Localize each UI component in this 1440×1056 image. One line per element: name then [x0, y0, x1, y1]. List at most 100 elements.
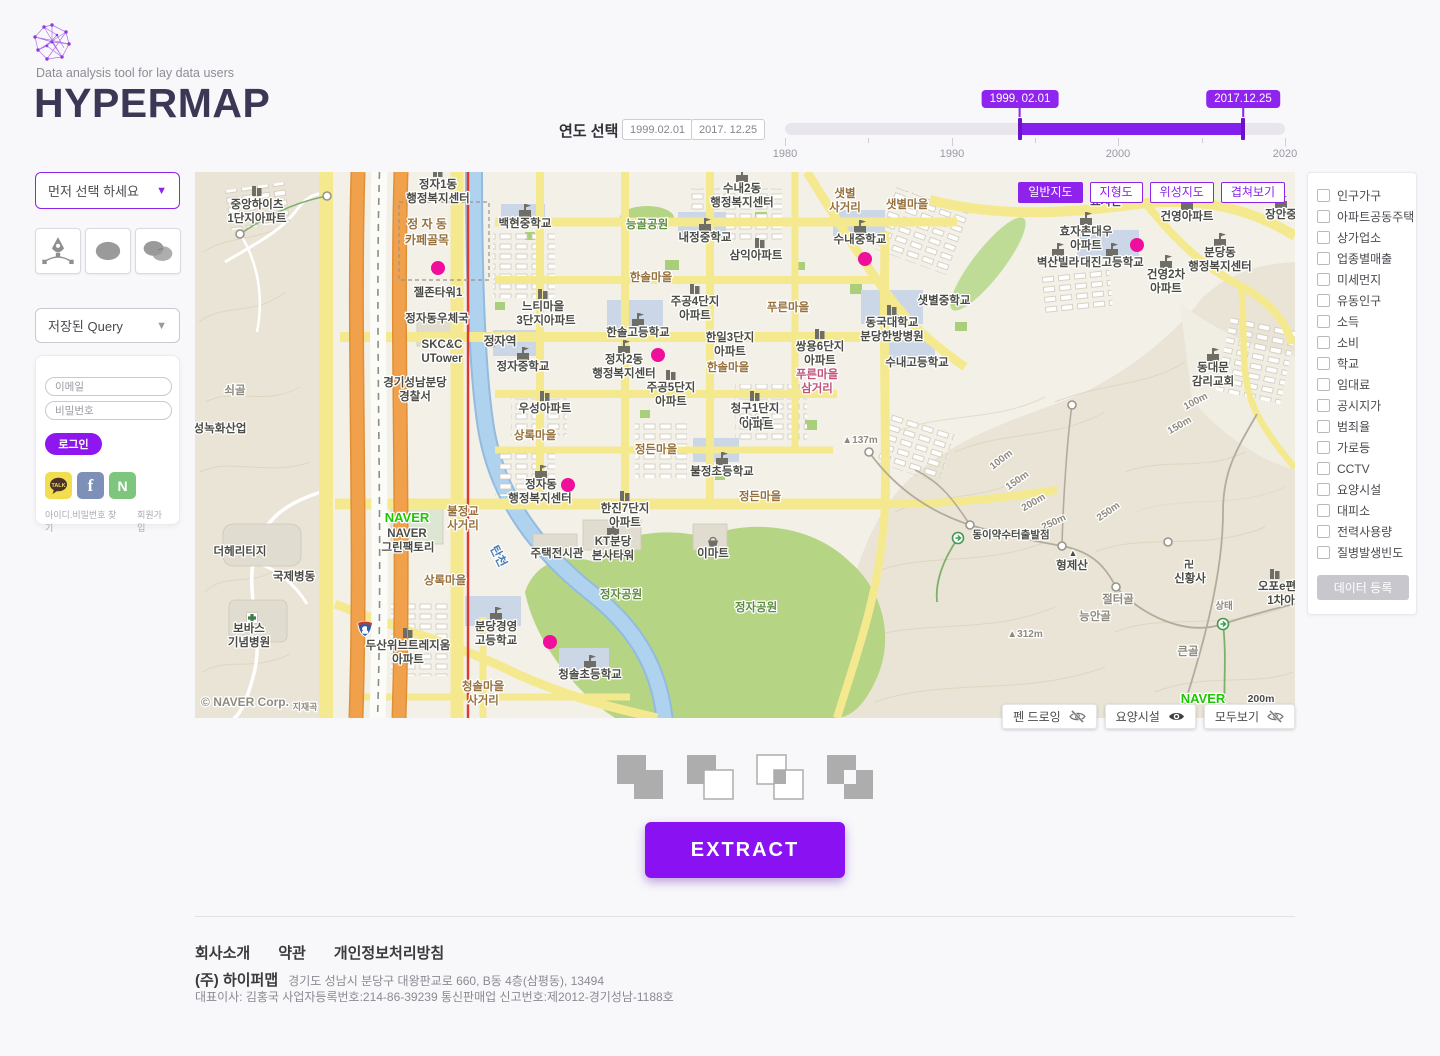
layer-checkbox-12[interactable]: 가로등 [1317, 437, 1407, 458]
checkbox-icon[interactable] [1317, 294, 1330, 307]
subtract-operation-button[interactable] [686, 752, 734, 805]
kakao-login-icon[interactable]: TALK [45, 472, 72, 499]
shape-tools [35, 228, 181, 274]
checkbox-icon[interactable] [1317, 399, 1330, 412]
footer-link-terms[interactable]: 약관 [278, 942, 306, 963]
pen-tool-button[interactable] [35, 228, 81, 274]
layer-checkbox-3[interactable]: 업종별매출 [1317, 248, 1407, 269]
checkbox-icon[interactable] [1317, 546, 1330, 559]
trail-map-icon [1216, 617, 1230, 631]
naver-map[interactable]: 1 [192, 166, 1299, 724]
overlap-tool-button[interactable] [135, 228, 181, 274]
checkbox-icon[interactable] [1317, 525, 1330, 538]
map-label: 큰골 [1177, 645, 1199, 658]
slider-start-handle[interactable] [1018, 118, 1022, 140]
data-point-3[interactable] [561, 478, 575, 492]
checkbox-icon[interactable] [1317, 357, 1330, 370]
map-label: 1차아 [1267, 593, 1295, 607]
checkbox-icon[interactable] [1317, 231, 1330, 244]
layer-checkbox-13[interactable]: CCTV [1317, 458, 1407, 479]
slider-selected-range[interactable] [1020, 123, 1243, 135]
data-point-0[interactable] [431, 261, 445, 275]
footer-link-privacy[interactable]: 개인정보처리방침 [334, 942, 444, 963]
layer-checkbox-4[interactable]: 미세먼지 [1317, 269, 1407, 290]
overlap-tool-icon [143, 241, 173, 261]
layer-checkbox-16[interactable]: 전력사용량 [1317, 521, 1407, 542]
checkbox-icon[interactable] [1317, 483, 1330, 496]
map-label: 정자1동 [419, 177, 458, 191]
checkbox-icon[interactable] [1317, 504, 1330, 517]
layer-checkbox-5[interactable]: 유동인구 [1317, 290, 1407, 311]
layer-checkbox-11[interactable]: 범죄율 [1317, 416, 1407, 437]
email-field[interactable] [45, 377, 172, 396]
union-operation-button[interactable] [616, 752, 664, 805]
end-date-field[interactable]: 2017. 12.25 [691, 119, 766, 140]
layer-checkbox-10[interactable]: 공시지가 [1317, 395, 1407, 416]
map-label: 장안중 [1265, 207, 1295, 221]
saved-query-select[interactable]: 저장된 Query ▼ [35, 308, 180, 343]
facebook-login-icon[interactable]: f [77, 472, 104, 499]
layer-checkbox-15[interactable]: 대피소 [1317, 500, 1407, 521]
map-type-button-1[interactable]: 지형도 [1089, 182, 1143, 203]
map-type-button-2[interactable]: 위성지도 [1149, 182, 1214, 203]
data-point-4[interactable] [543, 635, 557, 649]
checkbox-icon[interactable] [1317, 420, 1330, 433]
slider-end-handle[interactable] [1241, 118, 1245, 140]
layer-checkbox-1[interactable]: 아파트공동주택 [1317, 206, 1414, 227]
map-label: 정자역 [483, 333, 516, 348]
layer-checkbox-17[interactable]: 질병발생빈도 [1317, 542, 1407, 563]
map-label: 행정복지센터 [592, 366, 655, 380]
map-label: 청구1단지 [731, 401, 780, 415]
intersect-operation-button[interactable] [756, 752, 804, 805]
hypermap-logo-icon [33, 23, 71, 61]
map-type-button-0[interactable]: 일반지도 [1018, 182, 1083, 203]
ellipse-tool-button[interactable] [85, 228, 131, 274]
checkbox-icon[interactable] [1317, 378, 1330, 391]
data-point-2[interactable] [651, 348, 665, 362]
data-point-1[interactable] [858, 252, 872, 266]
axis-tick [1035, 138, 1036, 143]
overlay-toggle-0[interactable]: 펜 드로잉 [1002, 704, 1097, 729]
start-date-field[interactable]: 1999.02.01 [622, 119, 694, 140]
map-label: 사거리 [467, 693, 499, 707]
map-label: SKC&C [422, 339, 463, 351]
extract-button[interactable]: EXTRACT [645, 822, 845, 878]
login-button[interactable]: 로그인 [45, 433, 102, 455]
map-type-button-3[interactable]: 겹쳐보기 [1220, 182, 1285, 203]
map-label: 정자2동 [605, 352, 644, 366]
checkbox-icon[interactable] [1317, 273, 1330, 286]
checkbox-icon[interactable] [1317, 189, 1330, 202]
map-label: KT분당 [595, 534, 632, 548]
checkbox-icon[interactable] [1317, 441, 1330, 454]
node-map-icon [864, 447, 874, 457]
map-label: 행정복지센터 [1188, 259, 1251, 273]
category-select[interactable]: 먼저 선택 하세요 ▼ [35, 172, 180, 209]
naver-login-icon[interactable]: N [109, 472, 136, 499]
register-data-button[interactable]: 데이터 등록 [1317, 575, 1409, 600]
map-label: 분당동 [1204, 245, 1236, 259]
overlay-toggle-2[interactable]: 모두보기 [1203, 704, 1295, 729]
footer-link-company[interactable]: 회사소개 [195, 942, 250, 963]
data-point-5[interactable] [1130, 238, 1144, 252]
checkbox-icon[interactable] [1317, 336, 1330, 349]
checkbox-icon[interactable] [1317, 315, 1330, 328]
layer-checkbox-8[interactable]: 학교 [1317, 353, 1407, 374]
login-panel: 로그인 TALK f N 아이디.비밀번호 찾기 회원가입 [35, 355, 180, 533]
map-label: 쇠골 [224, 383, 246, 397]
find-account-link[interactable]: 아이디.비밀번호 찾기 [45, 508, 124, 534]
password-field[interactable] [45, 401, 172, 420]
checkbox-icon[interactable] [1317, 210, 1330, 223]
layer-checkbox-2[interactable]: 상가업소 [1317, 227, 1407, 248]
map-canvas[interactable]: 1 [192, 166, 1299, 729]
layer-checkbox-9[interactable]: 임대료 [1317, 374, 1407, 395]
layer-checkbox-0[interactable]: 인구가구 [1317, 185, 1407, 206]
layer-checkbox-14[interactable]: 요양시설 [1317, 479, 1407, 500]
checkbox-icon[interactable] [1317, 462, 1330, 475]
map-label: 상록마을 [514, 428, 557, 442]
exclude-operation-button[interactable] [826, 752, 874, 805]
layer-checkbox-6[interactable]: 소득 [1317, 311, 1407, 332]
layer-checkbox-7[interactable]: 소비 [1317, 332, 1407, 353]
checkbox-icon[interactable] [1317, 252, 1330, 265]
signup-link[interactable]: 회원가입 [137, 508, 170, 534]
overlay-toggle-1[interactable]: 요양시설 [1104, 704, 1196, 729]
